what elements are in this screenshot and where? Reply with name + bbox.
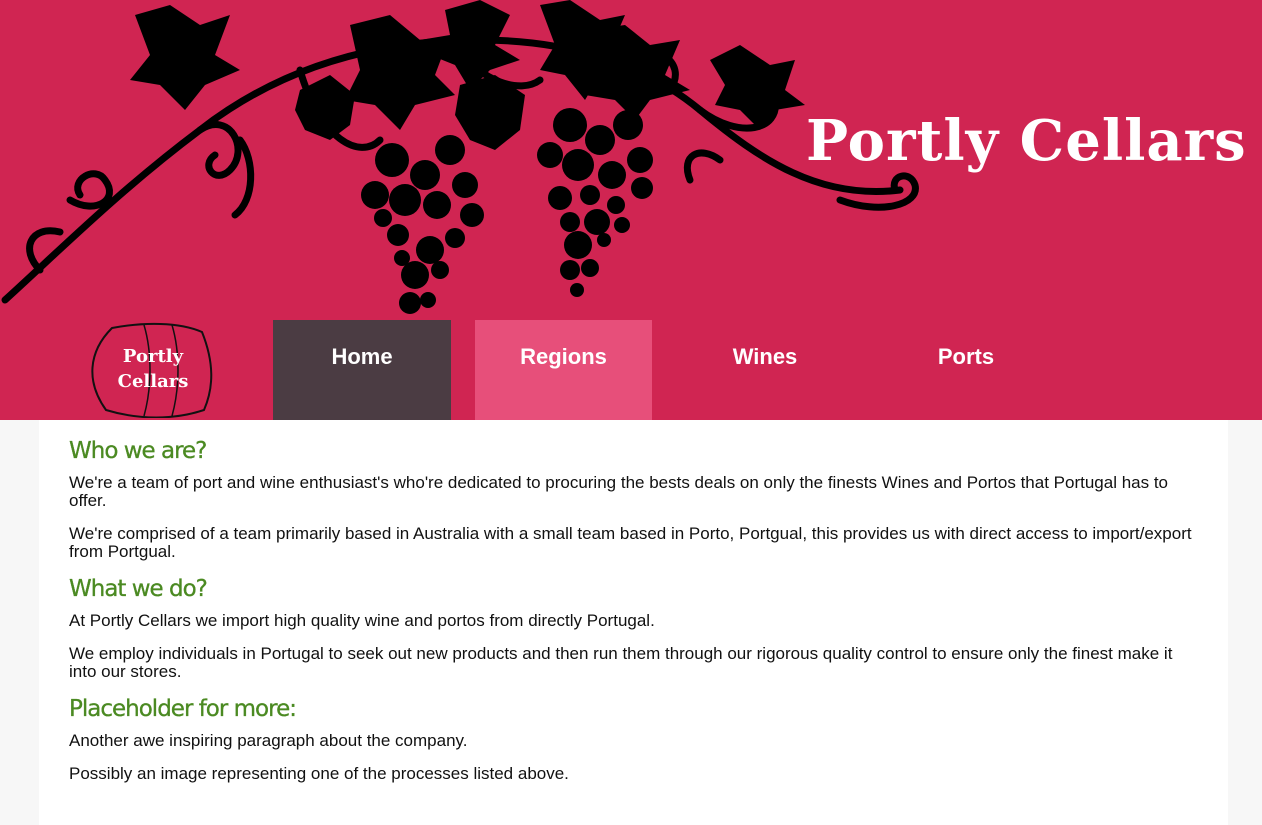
section-heading-placeholder: Placeholder for more: xyxy=(69,696,297,722)
paragraph: We employ individuals in Portugal to see… xyxy=(69,644,1173,681)
main-content: Who we are? We're a team of port and win… xyxy=(39,420,1228,825)
nav-home[interactable]: Home xyxy=(273,320,451,420)
site-header: Portly Cellars Portly Cellars Home Regio… xyxy=(0,0,1262,420)
paragraph: Possibly an image representing one of th… xyxy=(69,764,569,783)
paragraph: Another awe inspiring paragraph about th… xyxy=(69,731,468,750)
grape-vine-illustration xyxy=(1,0,919,314)
section-heading-who-we-are: Who we are? xyxy=(69,438,208,464)
logo-text-line1: Portly xyxy=(122,346,184,367)
logo-text-line2: Cellars xyxy=(117,371,189,392)
section-heading-what-we-do: What we do? xyxy=(69,576,208,602)
logo-text: Portly Cellars xyxy=(84,344,222,394)
paragraph: We're a team of port and wine enthusiast… xyxy=(69,473,1168,510)
nav-regions[interactable]: Regions xyxy=(475,320,652,420)
nav-ports[interactable]: Ports xyxy=(877,320,1055,420)
nav-wines[interactable]: Wines xyxy=(676,320,854,420)
site-title: Portly Cellars xyxy=(806,108,1247,174)
paragraph: We're comprised of a team primarily base… xyxy=(69,524,1192,561)
paragraph: At Portly Cellars we import high quality… xyxy=(69,611,655,630)
